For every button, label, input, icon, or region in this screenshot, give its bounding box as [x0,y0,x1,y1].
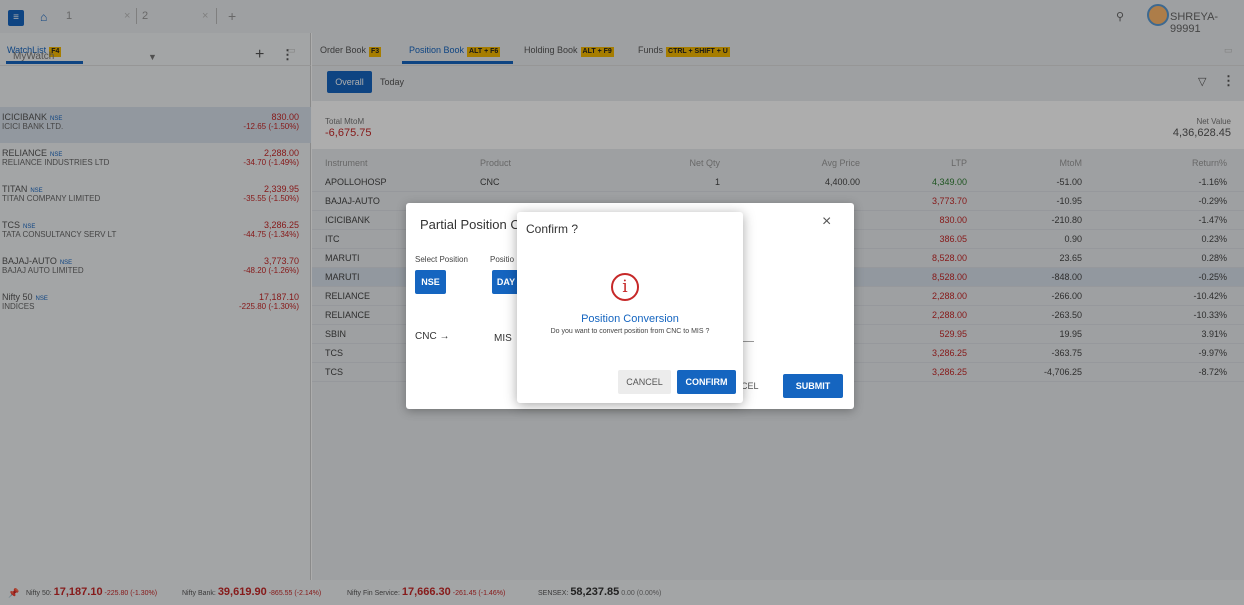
confirm-button[interactable]: CONFIRM [677,370,736,394]
confirm-dialog: Confirm ? i Position Conversion Do you w… [517,212,743,403]
dialog-title: Partial Position C [420,217,520,232]
cancel-button[interactable]: CEL [741,381,759,391]
from-product-label: CNC → [415,331,450,342]
close-icon[interactable]: × [822,213,831,231]
confirm-heading: Position Conversion [581,313,679,325]
cancel-button[interactable]: CANCEL [618,370,671,394]
dialog-title: Confirm ? [526,222,579,236]
submit-button[interactable]: SUBMIT [783,374,843,398]
position-type-label: Positio [490,255,515,264]
select-position-label: Select Position [415,255,468,264]
day-button[interactable]: DAY [492,270,520,294]
info-icon: i [611,273,639,301]
to-product-label: MIS [494,333,512,344]
confirm-message: Do you want to convert position from CNC… [550,328,710,335]
nse-button[interactable]: NSE [415,270,446,294]
